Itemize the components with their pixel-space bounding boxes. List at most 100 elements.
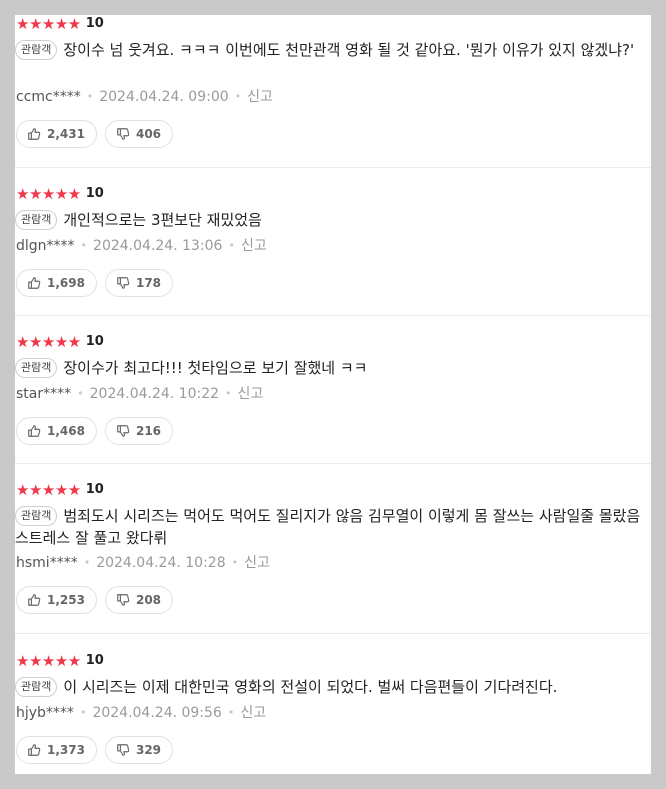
review-text: 장이수 넘 웃겨요. ㅋㅋㅋ 이번에도 천만관객 영화 될 것 같아요. '뭔가… [63, 41, 635, 59]
rating: ★★★★★ 10 [16, 15, 104, 33]
review-author[interactable]: dlgn**** [16, 238, 75, 254]
review-meta: hsmi**** • 2024.04.24. 10:28 • 신고 [16, 554, 270, 572]
rating: ★★★★★ 10 [16, 333, 104, 351]
review-item: ★★★★★ 10 관람객 장이수가 최고다!!! 첫타임으로 보기 잘했네 ㅋㅋ … [15, 333, 651, 464]
report-link[interactable]: 신고 [247, 89, 273, 105]
review-date: 2024.04.24. 09:56 [92, 705, 222, 721]
separator-dot: • [227, 706, 235, 719]
rating: ★★★★★ 10 [16, 481, 104, 499]
vote-buttons: 2,431 406 [16, 120, 181, 148]
thumbs-down-icon [117, 277, 130, 289]
review-meta: star**** • 2024.04.24. 10:22 • 신고 [16, 385, 263, 403]
review-content: 관람객 개인적으로는 3편보단 재밌었음 [15, 209, 645, 231]
separator-dot: • [80, 239, 88, 252]
rating-score: 10 [85, 482, 104, 497]
review-content: 관람객 장이수가 최고다!!! 첫타임으로 보기 잘했네 ㅋㅋ [15, 357, 645, 379]
like-button[interactable]: 2,431 [16, 120, 97, 148]
rating: ★★★★★ 10 [16, 185, 104, 203]
vote-buttons: 1,468 216 [16, 417, 181, 445]
viewer-badge: 관람객 [15, 506, 58, 526]
thumbs-down-icon [117, 594, 130, 606]
dislike-count: 329 [135, 743, 162, 757]
star-rating-icon: ★★★★★ [16, 15, 81, 33]
thumbs-up-icon [28, 277, 41, 289]
dislike-button[interactable]: 329 [104, 736, 174, 764]
review-text: 개인적으로는 3편보단 재밌었음 [63, 211, 262, 229]
report-link[interactable]: 신고 [240, 705, 266, 721]
review-content: 관람객 장이수 넘 웃겨요. ㅋㅋㅋ 이번에도 천만관객 영화 될 것 같아요. … [15, 39, 645, 61]
review-item: ★★★★★ 10 관람객 이 시리즈는 이제 대한민국 영화의 전설이 되었다. … [15, 652, 651, 774]
review-author[interactable]: hsmi**** [16, 555, 78, 571]
vote-buttons: 1,253 208 [16, 586, 181, 614]
like-button[interactable]: 1,253 [16, 586, 97, 614]
separator-dot: • [77, 387, 84, 400]
separator-dot: • [234, 90, 242, 103]
review-meta: ccmc**** • 2024.04.24. 09:00 • 신고 [16, 88, 273, 106]
dislike-count: 208 [135, 593, 162, 607]
review-author[interactable]: ccmc**** [16, 89, 81, 105]
review-text: 장이수가 최고다!!! 첫타임으로 보기 잘했네 ㅋㅋ [63, 359, 368, 377]
dislike-button[interactable]: 406 [104, 120, 174, 148]
dislike-button[interactable]: 208 [104, 586, 174, 614]
dislike-button[interactable]: 216 [104, 417, 174, 445]
review-list: ★★★★★ 10 관람객 장이수 넘 웃겨요. ㅋㅋㅋ 이번에도 천만관객 영화 … [15, 15, 651, 774]
thumbs-up-icon [28, 594, 41, 606]
review-meta: dlgn**** • 2024.04.24. 13:06 • 신고 [16, 237, 267, 255]
like-button[interactable]: 1,698 [16, 269, 97, 297]
review-author[interactable]: star**** [16, 386, 71, 402]
review-item: ★★★★★ 10 관람객 장이수 넘 웃겨요. ㅋㅋㅋ 이번에도 천만관객 영화 … [15, 15, 651, 168]
rating-score: 10 [85, 653, 104, 668]
like-count: 1,698 [47, 276, 85, 290]
separator-dot: • [228, 239, 235, 252]
like-count: 1,253 [47, 593, 85, 607]
review-content: 관람객 범죄도시 시리즈는 먹어도 먹어도 질리지가 않음 김무열이 이렇게 몸 … [15, 505, 645, 549]
report-link[interactable]: 신고 [238, 386, 264, 402]
like-button[interactable]: 1,373 [16, 736, 97, 764]
like-count: 1,468 [47, 424, 85, 438]
viewer-badge: 관람객 [15, 40, 58, 60]
review-item: ★★★★★ 10 관람객 범죄도시 시리즈는 먹어도 먹어도 질리지가 않음 김무… [15, 481, 651, 634]
dislike-button[interactable]: 178 [104, 269, 174, 297]
star-rating-icon: ★★★★★ [16, 652, 81, 670]
review-date: 2024.04.24. 13:06 [93, 238, 223, 254]
vote-buttons: 1,373 329 [16, 736, 181, 764]
report-link[interactable]: 신고 [241, 238, 267, 254]
review-author[interactable]: hjyb**** [16, 705, 74, 721]
separator-dot: • [79, 706, 87, 719]
thumbs-up-icon [28, 744, 41, 756]
thumbs-up-icon [28, 128, 41, 140]
report-link[interactable]: 신고 [244, 555, 270, 571]
viewer-badge: 관람객 [15, 358, 58, 378]
separator-dot: • [225, 387, 232, 400]
like-count: 2,431 [47, 127, 85, 141]
thumbs-down-icon [117, 128, 130, 140]
like-count: 1,373 [47, 743, 85, 757]
rating-score: 10 [85, 186, 104, 201]
rating-score: 10 [85, 334, 104, 349]
separator-dot: • [231, 556, 239, 569]
thumbs-down-icon [117, 425, 130, 437]
dislike-count: 178 [135, 276, 162, 290]
separator-dot: • [86, 90, 94, 103]
vote-buttons: 1,698 178 [16, 269, 181, 297]
review-text: 이 시리즈는 이제 대한민국 영화의 전설이 되었다. 벌써 다음편들이 기다려… [63, 678, 558, 696]
like-button[interactable]: 1,468 [16, 417, 97, 445]
star-rating-icon: ★★★★★ [16, 185, 81, 203]
star-rating-icon: ★★★★★ [16, 481, 81, 499]
star-rating-icon: ★★★★★ [16, 333, 81, 351]
rating: ★★★★★ 10 [16, 652, 104, 670]
dislike-count: 216 [135, 424, 162, 438]
thumbs-down-icon [117, 744, 130, 756]
review-date: 2024.04.24. 10:28 [96, 555, 226, 571]
review-date: 2024.04.24. 09:00 [99, 89, 229, 105]
review-meta: hjyb**** • 2024.04.24. 09:56 • 신고 [16, 704, 266, 722]
viewer-badge: 관람객 [15, 210, 58, 230]
review-text: 범죄도시 시리즈는 먹어도 먹어도 질리지가 않음 김무열이 이렇게 몸 잘쓰는… [15, 507, 641, 547]
review-date: 2024.04.24. 10:22 [89, 386, 220, 402]
dislike-count: 406 [135, 127, 162, 141]
thumbs-up-icon [28, 425, 41, 437]
separator-dot: • [83, 556, 91, 569]
review-content: 관람객 이 시리즈는 이제 대한민국 영화의 전설이 되었다. 벌써 다음편들이 … [15, 676, 645, 698]
review-item: ★★★★★ 10 관람객 개인적으로는 3편보단 재밌었음 dlgn**** • 20… [15, 185, 651, 316]
viewer-badge: 관람객 [15, 677, 58, 697]
